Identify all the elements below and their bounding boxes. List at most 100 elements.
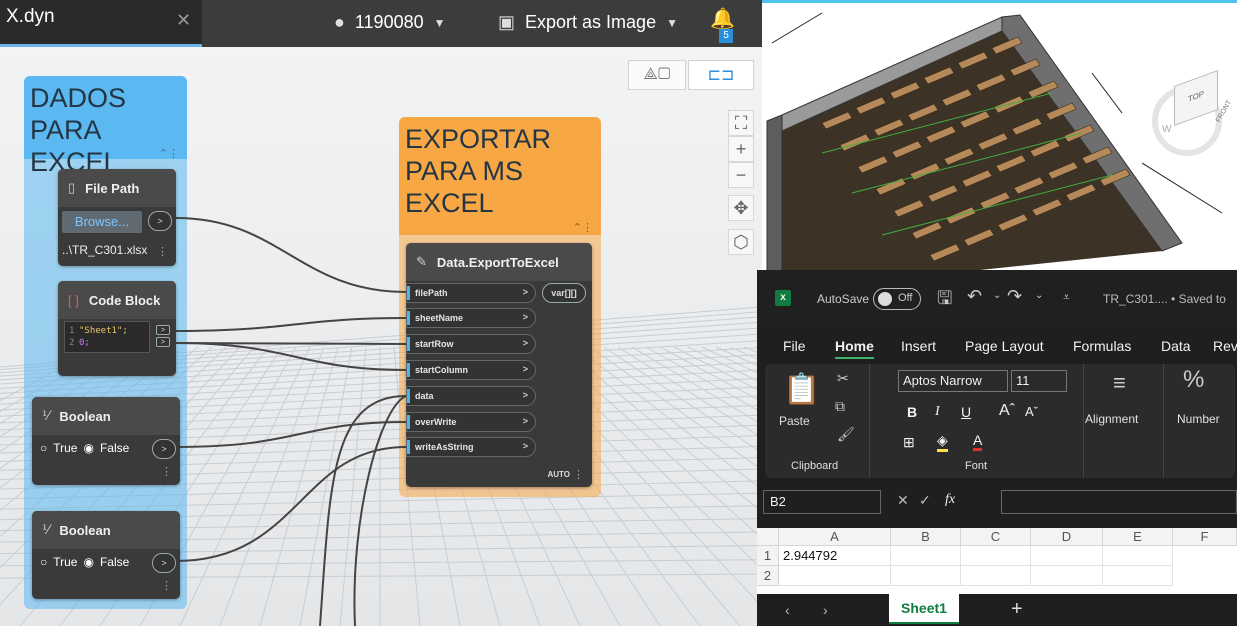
font-color-icon[interactable]: A (973, 432, 983, 451)
sheet-tab[interactable]: Sheet1 (889, 594, 959, 624)
paste-icon[interactable]: 📋 (783, 372, 820, 407)
next-sheet-icon[interactable]: › (823, 602, 828, 618)
input-port[interactable]: data > (406, 386, 536, 406)
paste-label[interactable]: Paste (779, 414, 810, 428)
more-icon[interactable]: ⋮ (161, 579, 172, 592)
cell[interactable] (1031, 566, 1103, 586)
radio-false[interactable]: ◉ (83, 555, 93, 569)
menu-formulas[interactable]: Formulas (1073, 338, 1131, 354)
bold-button[interactable]: B (907, 404, 917, 420)
add-sheet-button[interactable]: + (1011, 598, 1023, 621)
graph-canvas[interactable]: ⟁▢ ⊏⊐ ⛶ + − ✥ ⬡ DADOS PARA EXCEL ⌃⋮ EXPO… (0, 47, 762, 626)
underline-button[interactable]: U (961, 404, 971, 420)
formula-input[interactable] (1001, 490, 1237, 514)
increase-font-icon[interactable]: Aˆ (999, 402, 1015, 420)
cancel-icon[interactable]: ✕ (897, 492, 909, 509)
cell[interactable] (779, 566, 891, 586)
cell[interactable] (891, 566, 961, 586)
more-icon[interactable]: ⋮ (157, 245, 168, 258)
file-tab[interactable]: X.dyn ✕ (0, 0, 202, 47)
cell[interactable] (891, 546, 961, 566)
viewcube[interactable]: TOP FRONT W (1152, 69, 1233, 156)
menu-data[interactable]: Data (1161, 338, 1191, 354)
column-header[interactable]: A (779, 528, 891, 546)
radio-true[interactable]: ○ (40, 555, 47, 569)
cell[interactable] (1103, 546, 1173, 566)
select-all[interactable] (757, 528, 779, 546)
cell[interactable] (1103, 566, 1173, 586)
export-to-excel-node[interactable]: ✎ Data.ExportToExcel filePath > sheetName >… (406, 243, 592, 487)
alignment-label[interactable]: Alignment (1085, 412, 1138, 426)
menu-home[interactable]: Home (835, 338, 874, 359)
output-port[interactable]: > (156, 337, 170, 347)
column-header[interactable]: E (1103, 528, 1173, 546)
font-name-select[interactable]: Aptos Narrow (898, 370, 1008, 392)
column-header[interactable]: F (1173, 528, 1237, 546)
file-path-node[interactable]: ▯ File Path Browse... > ..\TR_C301.xlsx ⋮ (58, 169, 176, 266)
user-menu[interactable]: ● 1190080 ▼ (334, 12, 446, 33)
code-line: 0; (79, 338, 90, 348)
name-box[interactable]: B2 (763, 490, 881, 514)
italic-button[interactable]: I (935, 404, 940, 420)
customize-icon[interactable]: ⩡ (1063, 290, 1070, 305)
percent-icon[interactable]: % (1183, 366, 1204, 394)
revit-3d-view[interactable]: TOP FRONT W (762, 0, 1237, 272)
more-icon[interactable]: ⋮ (161, 465, 172, 478)
decrease-font-icon[interactable]: Aˇ (1025, 404, 1038, 419)
undo-icon[interactable]: ↶ (967, 286, 982, 307)
prev-sheet-icon[interactable]: ‹ (785, 602, 790, 618)
menu-review[interactable]: Rev (1213, 338, 1237, 354)
menu-file[interactable]: File (783, 338, 806, 354)
input-port[interactable]: sheetName > (406, 308, 536, 328)
output-port[interactable]: > (156, 325, 170, 335)
close-icon[interactable]: ✕ (176, 10, 191, 31)
fill-color-icon[interactable]: ◈ (937, 432, 948, 452)
boolean-node[interactable]: ⅟ Boolean ○ True ◉ False > ⋮ (32, 511, 180, 599)
worksheet-grid[interactable]: A B C D E F 1 2 2.944792 (757, 528, 1237, 594)
column-header[interactable]: C (961, 528, 1031, 546)
browse-button[interactable]: Browse... (62, 211, 142, 233)
column-header[interactable]: B (891, 528, 961, 546)
autosave-toggle[interactable]: Off (873, 288, 921, 310)
input-port[interactable]: startColumn > (406, 360, 536, 380)
column-header[interactable]: D (1031, 528, 1103, 546)
radio-true[interactable]: ○ (40, 441, 47, 455)
function-button[interactable]: fx (945, 492, 955, 508)
check-icon[interactable]: ✓ (919, 492, 931, 509)
code-editor[interactable]: 1 "Sheet1"; 2 0; (64, 321, 150, 353)
lacing-label[interactable]: AUTO (547, 470, 570, 479)
menu-insert[interactable]: Insert (901, 338, 936, 354)
notifications-button[interactable]: 🔔 5 (707, 6, 735, 43)
output-port[interactable]: var[][] (542, 283, 586, 303)
cell-a1[interactable]: 2.944792 (779, 546, 891, 566)
save-icon[interactable]: 🖫 (937, 286, 952, 316)
cell[interactable] (1031, 546, 1103, 566)
alignment-icon[interactable]: ≡ (1113, 370, 1126, 396)
cut-icon[interactable]: ✂ (837, 370, 849, 387)
format-painter-icon[interactable]: 🖌 (837, 426, 855, 443)
input-port[interactable]: startRow > (406, 334, 536, 354)
input-port[interactable]: overWrite > (406, 412, 536, 432)
radio-false[interactable]: ◉ (83, 441, 93, 455)
input-port[interactable]: filePath > (406, 283, 536, 303)
menu-page-layout[interactable]: Page Layout (965, 338, 1044, 354)
redo-icon[interactable]: ↷ (1007, 286, 1022, 307)
cell[interactable] (961, 546, 1031, 566)
more-icon[interactable]: ⋮ (573, 468, 584, 481)
row-header[interactable]: 1 (757, 546, 779, 566)
code-block-node[interactable]: [ ] Code Block 1 "Sheet1"; 2 0; > > (58, 281, 176, 376)
output-port[interactable]: > (152, 439, 176, 459)
boolean-node[interactable]: ⅟ Boolean ○ True ◉ False > ⋮ (32, 397, 180, 485)
row-header[interactable]: 2 (757, 566, 779, 586)
number-label[interactable]: Number (1177, 412, 1220, 426)
chevron-down-icon[interactable]: ⌄ (1035, 290, 1043, 301)
cell[interactable] (961, 566, 1031, 586)
copy-icon[interactable]: ⧉ (835, 398, 845, 415)
chevron-down-icon[interactable]: ⌄ (993, 290, 1001, 301)
font-size-select[interactable]: 11 (1011, 370, 1067, 392)
borders-icon[interactable]: ⊞ (903, 434, 915, 451)
input-port[interactable]: writeAsString > (406, 437, 536, 457)
export-image-button[interactable]: ▣ Export as Image ▼ (498, 12, 678, 33)
output-port[interactable]: > (152, 553, 176, 573)
output-port[interactable]: > (148, 211, 172, 231)
